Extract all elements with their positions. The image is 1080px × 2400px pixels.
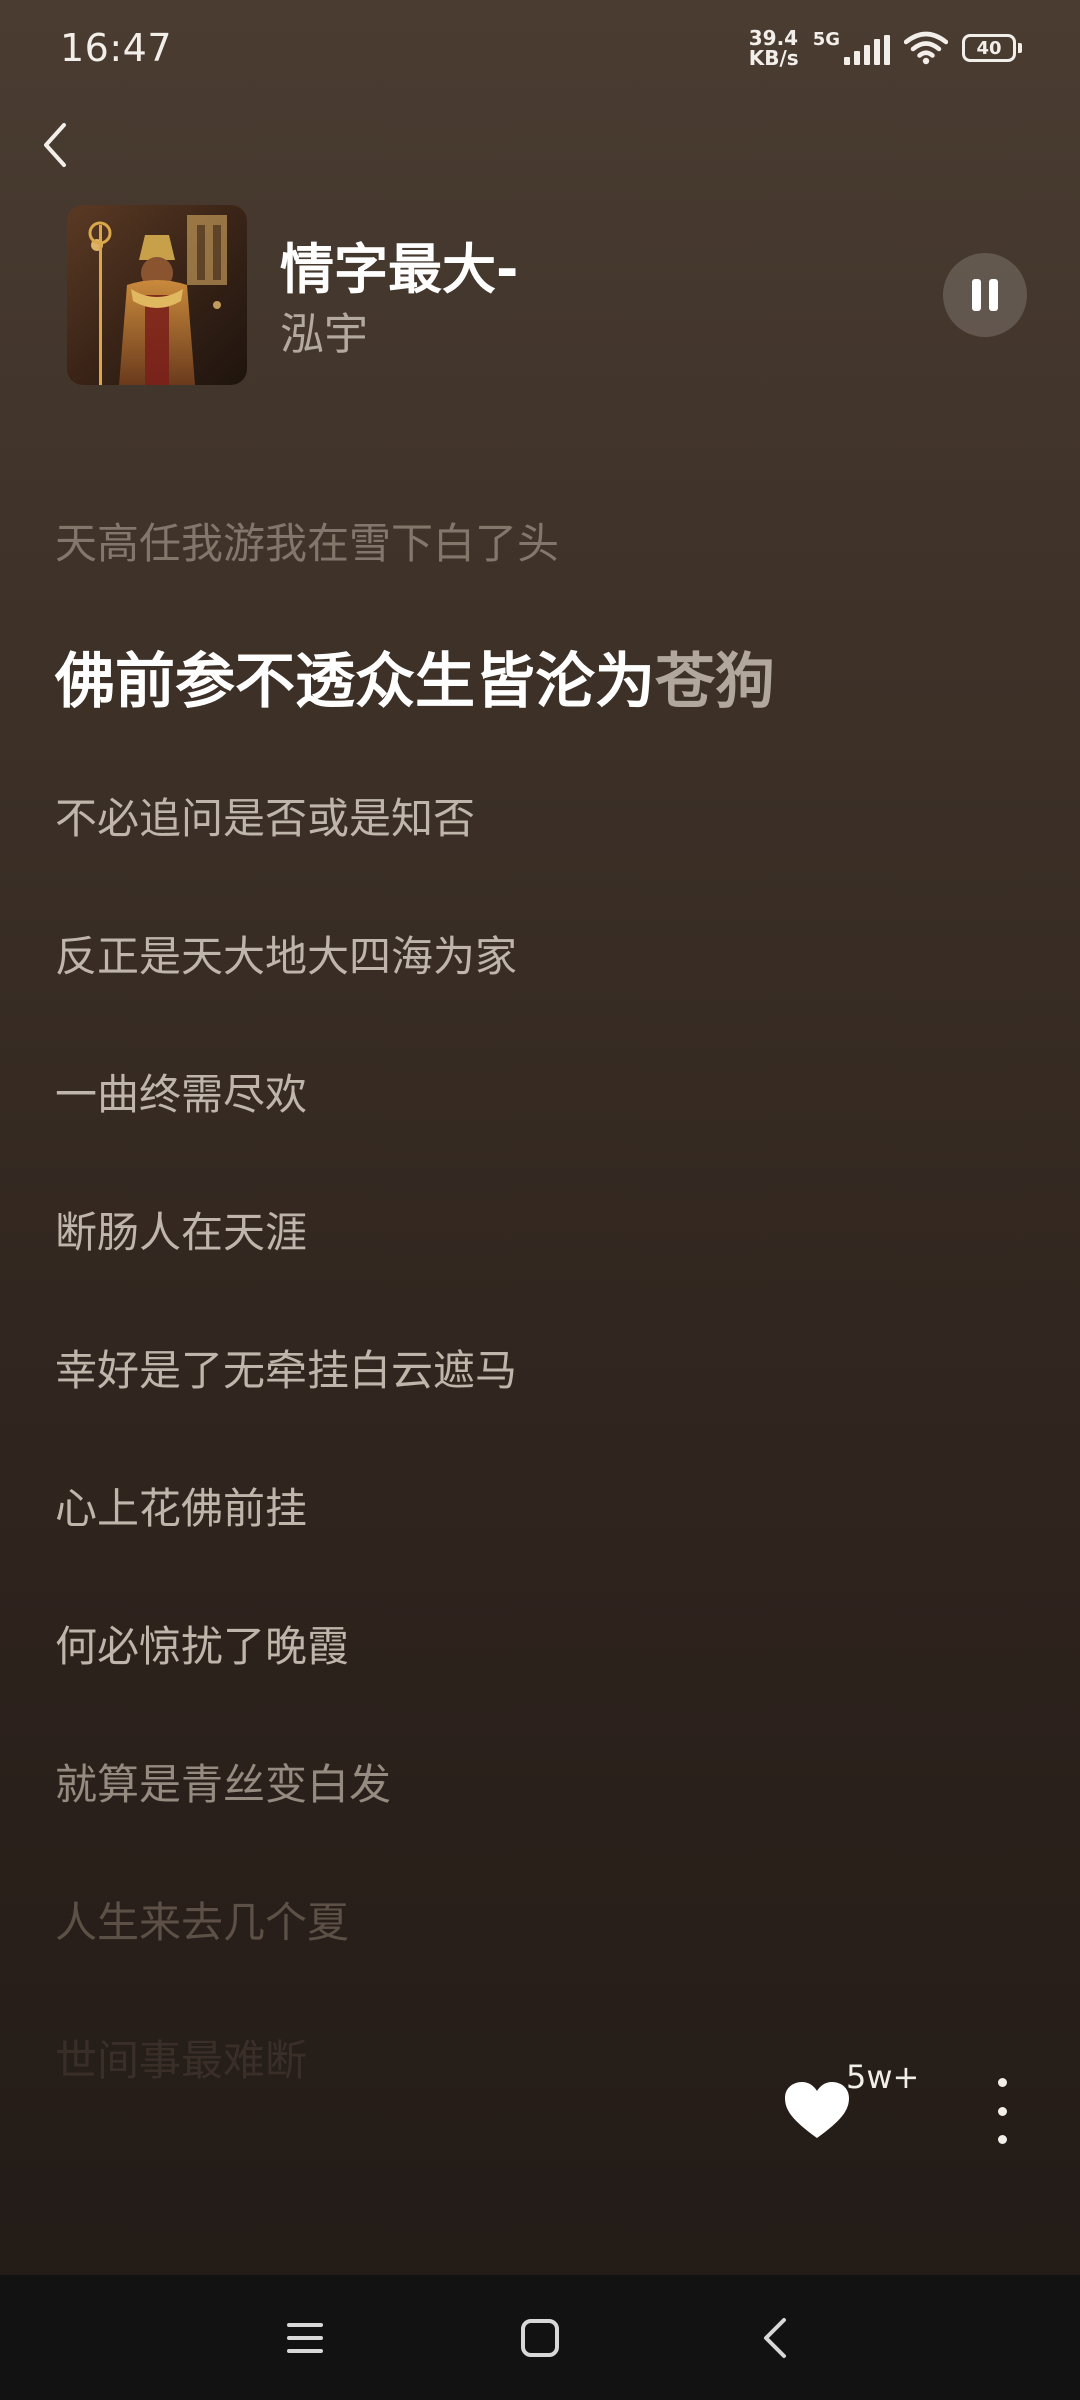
- status-icons: 39.4 KB/s 5G 40: [749, 28, 1022, 68]
- cellular-signal-icon: 5G: [813, 31, 890, 65]
- lyric-line[interactable]: 断肠人在天涯: [55, 1199, 307, 1260]
- back-chevron-icon: [764, 2318, 786, 2358]
- album-cover-image: [67, 205, 247, 385]
- pause-button[interactable]: [943, 253, 1027, 337]
- lyric-line[interactable]: 一曲终需尽欢: [55, 1061, 307, 1122]
- like-button[interactable]: [782, 2080, 852, 2142]
- like-count: 5w+: [846, 2058, 920, 2096]
- song-artist[interactable]: 泓宇: [280, 298, 368, 362]
- lyric-line-previous[interactable]: 天高任我游我在雪下白了头: [55, 510, 559, 571]
- lyric-current-sung: 佛前参不透众生皆沦为: [55, 647, 655, 717]
- menu-icon: [287, 2323, 323, 2353]
- back-button[interactable]: [30, 115, 80, 175]
- home-square-icon: [521, 2319, 559, 2357]
- wifi-icon: [904, 31, 948, 65]
- battery-level: 40: [976, 37, 1002, 59]
- lyric-line[interactable]: 世间事最难断: [55, 2027, 307, 2088]
- lyric-line-current[interactable]: 佛前参不透众生皆沦为苍狗: [55, 633, 775, 720]
- more-options-button[interactable]: [985, 2078, 1019, 2144]
- network-speed-unit: KB/s: [748, 46, 799, 70]
- status-time: 16:47: [60, 26, 173, 70]
- nav-home-button[interactable]: [505, 2305, 575, 2371]
- lyric-line[interactable]: 就算是青丝变白发: [55, 1751, 391, 1812]
- system-nav-bar: [0, 2275, 1080, 2400]
- lyric-current-unsung: 苍狗: [655, 647, 775, 717]
- album-art[interactable]: [67, 205, 247, 385]
- nav-recent-apps-button[interactable]: [270, 2305, 340, 2371]
- more-vertical-icon: [997, 2078, 1007, 2087]
- network-type: 5G: [812, 29, 840, 50]
- chevron-left-icon: [44, 123, 66, 167]
- battery-icon: 40: [962, 34, 1022, 62]
- song-title: 情字最大-: [280, 238, 519, 301]
- heart-icon: [785, 2082, 849, 2138]
- lyric-line[interactable]: 心上花佛前挂: [55, 1475, 307, 1536]
- network-speed: 39.4 KB/s: [749, 28, 799, 68]
- lyrics-panel[interactable]: 天高任我游我在雪下白了头 佛前参不透众生皆沦为苍狗 不必追问是否或是知否 反正是…: [55, 500, 1035, 2100]
- lyric-line[interactable]: 幸好是了无牵挂白云遮马: [55, 1337, 517, 1398]
- nav-back-button[interactable]: [740, 2305, 810, 2371]
- pause-icon: [972, 279, 998, 311]
- status-bar: 16:47 39.4 KB/s 5G 40: [0, 0, 1080, 100]
- network-speed-value: 39.4: [748, 26, 799, 50]
- lyric-line[interactable]: 何必惊扰了晚霞: [55, 1613, 349, 1674]
- lyric-line[interactable]: 不必追问是否或是知否: [55, 785, 475, 846]
- lyric-line[interactable]: 反正是天大地大四海为家: [55, 923, 517, 984]
- lyric-line[interactable]: 人生来去几个夏: [55, 1889, 349, 1950]
